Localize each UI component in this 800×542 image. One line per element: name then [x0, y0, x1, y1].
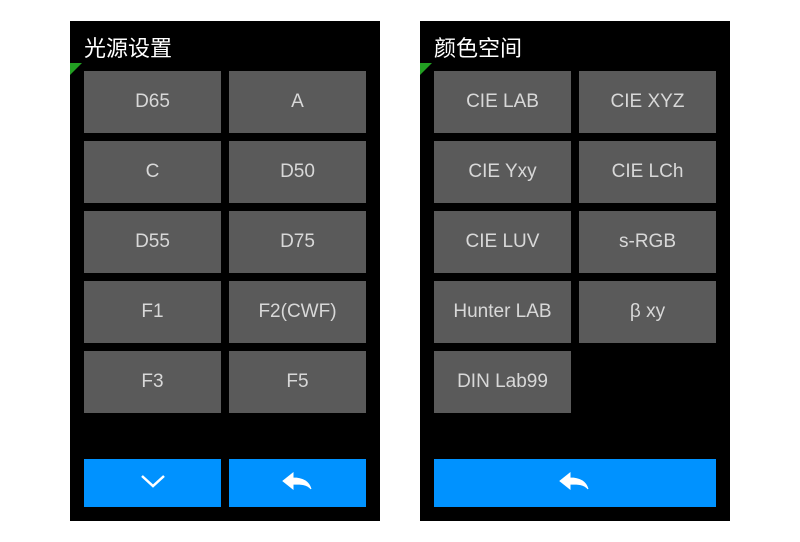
- back-button[interactable]: [229, 459, 366, 507]
- active-marker-icon: [70, 63, 82, 75]
- back-arrow-icon: [558, 471, 592, 496]
- option-f5[interactable]: F5: [229, 351, 366, 413]
- option-srgb[interactable]: s-RGB: [579, 211, 716, 273]
- option-a[interactable]: A: [229, 71, 366, 133]
- panel-title: 颜色空间: [420, 21, 730, 71]
- option-c[interactable]: C: [84, 141, 221, 203]
- footer-bar: [70, 445, 380, 521]
- active-marker-icon: [420, 63, 432, 75]
- option-hunter-lab[interactable]: Hunter LAB: [434, 281, 571, 343]
- option-din-lab99[interactable]: DIN Lab99: [434, 351, 571, 413]
- option-cie-yxy[interactable]: CIE Yxy: [434, 141, 571, 203]
- option-cie-lab[interactable]: CIE LAB: [434, 71, 571, 133]
- illuminant-settings-screen: 光源设置 D65 A C D50 D55 D75 F1 F2(CWF) F3 F…: [70, 21, 380, 521]
- panel-title: 光源设置: [70, 21, 380, 71]
- color-space-options-grid: CIE LAB CIE XYZ CIE Yxy CIE LCh CIE LUV …: [420, 71, 730, 445]
- illuminant-options-grid: D65 A C D50 D55 D75 F1 F2(CWF) F3 F5: [70, 71, 380, 445]
- chevron-down-icon: [138, 472, 168, 495]
- option-d55[interactable]: D55: [84, 211, 221, 273]
- page-down-button[interactable]: [84, 459, 221, 507]
- option-cie-xyz[interactable]: CIE XYZ: [579, 71, 716, 133]
- option-beta-xy[interactable]: β xy: [579, 281, 716, 343]
- back-button[interactable]: [434, 459, 716, 507]
- option-d50[interactable]: D50: [229, 141, 366, 203]
- option-cie-lch[interactable]: CIE LCh: [579, 141, 716, 203]
- option-f3[interactable]: F3: [84, 351, 221, 413]
- footer-bar: [420, 445, 730, 521]
- option-f2cwf[interactable]: F2(CWF): [229, 281, 366, 343]
- option-f1[interactable]: F1: [84, 281, 221, 343]
- option-cie-luv[interactable]: CIE LUV: [434, 211, 571, 273]
- option-d65[interactable]: D65: [84, 71, 221, 133]
- color-space-screen: 颜色空间 CIE LAB CIE XYZ CIE Yxy CIE LCh CIE…: [420, 21, 730, 521]
- back-arrow-icon: [281, 471, 315, 496]
- option-d75[interactable]: D75: [229, 211, 366, 273]
